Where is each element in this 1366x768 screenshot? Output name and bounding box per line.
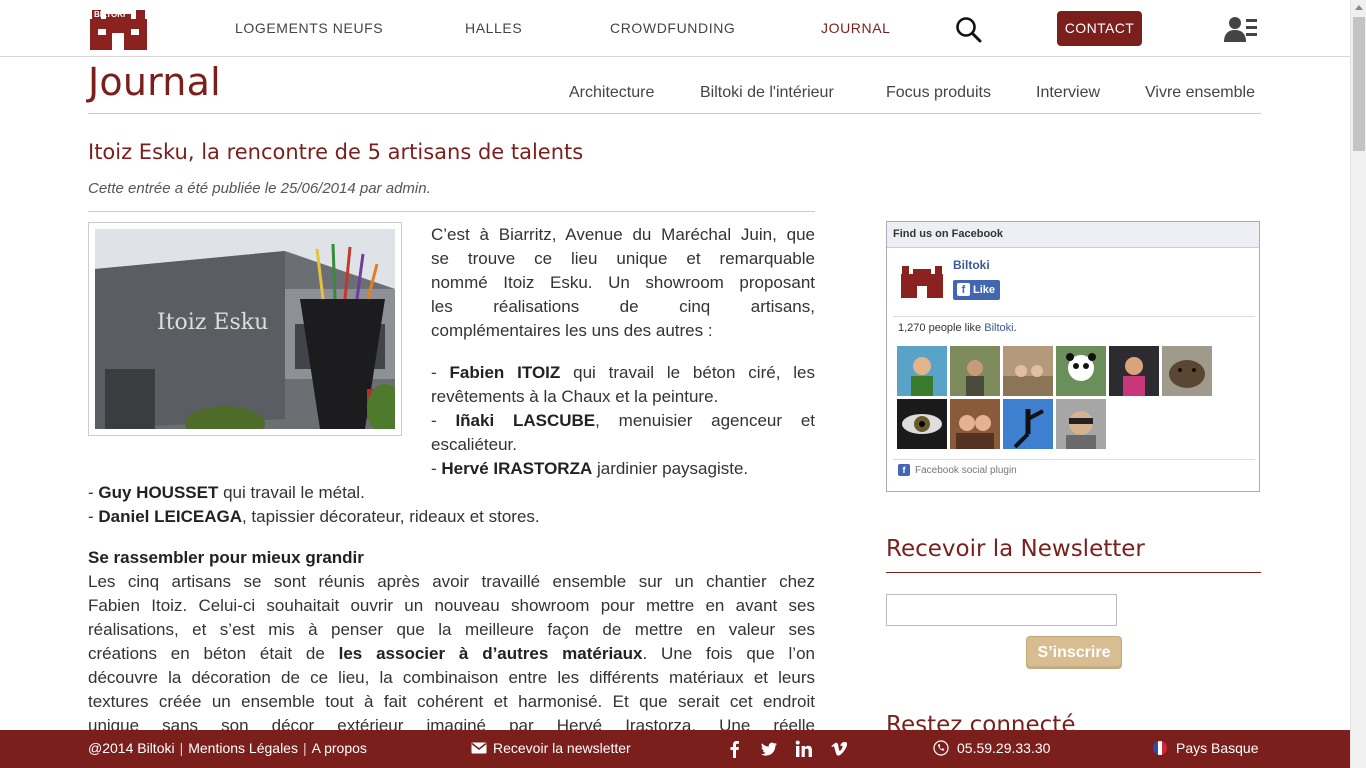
body-line: réalisations, et s’est mis à penser que … xyxy=(88,620,815,639)
intro-line: nommé Itoiz Esku. Un showroom proposant xyxy=(431,273,815,292)
fan-avatar[interactable] xyxy=(1056,346,1106,396)
search-icon[interactable] xyxy=(955,16,983,44)
footer-mentions-legales[interactable]: Mentions Légales xyxy=(188,740,298,756)
facebook-divider xyxy=(893,316,1255,317)
facebook-f-icon: f xyxy=(957,283,970,296)
footer-phone[interactable]: 05.59.29.33.30 xyxy=(933,740,1050,756)
fan-avatar[interactable] xyxy=(950,399,1000,449)
twitter-icon[interactable] xyxy=(760,740,778,758)
artisan-item: - Fabien ITOIZ qui travail le béton ciré… xyxy=(431,363,815,382)
footer-links: @2014 Biltoki | Mentions Légales | A propos xyxy=(88,740,367,756)
fan-avatar[interactable] xyxy=(1109,346,1159,396)
facebook-page-name[interactable]: Biltoki xyxy=(953,258,990,272)
france-flag-icon xyxy=(1153,741,1167,755)
facebook-widget-header: Find us on Facebook xyxy=(887,222,1259,248)
intro-line: se trouve ce lieu unique et remarquable xyxy=(431,249,815,268)
body-line: textures créée un ensemble tout à fait c… xyxy=(88,692,815,711)
artisan-item: - Daniel LEICEAGA, tapissier décorateur,… xyxy=(88,507,540,526)
nav-journal[interactable]: JOURNAL xyxy=(821,20,891,36)
body-line: créations en béton était de les associer… xyxy=(88,644,815,663)
phone-icon xyxy=(933,740,949,756)
body-line: Les cinq artisans se sont réunis après a… xyxy=(88,572,815,591)
fan-avatar[interactable] xyxy=(897,399,947,449)
artisan-list-right: - Fabien ITOIZ qui travail le béton ciré… xyxy=(431,361,815,481)
category-focus-produits[interactable]: Focus produits xyxy=(886,84,991,102)
fan-avatar[interactable] xyxy=(1056,399,1106,449)
footer-separator: | xyxy=(179,740,184,756)
newsletter-divider xyxy=(886,572,1261,573)
fan-avatar[interactable] xyxy=(1003,399,1053,449)
footer-separator: | xyxy=(302,740,307,756)
facebook-like-button[interactable]: f Like xyxy=(953,280,1000,300)
article-title[interactable]: Itoiz Esku, la rencontre de 5 artisans d… xyxy=(88,140,583,164)
linkedin-icon[interactable] xyxy=(795,740,813,758)
fan-avatar[interactable] xyxy=(950,346,1000,396)
section-heading: Se rassembler pour mieux grandir xyxy=(88,548,364,567)
intro-paragraph: C’est à Biarritz, Avenue du Maréchal Jui… xyxy=(431,223,815,343)
footer-a-propos[interactable]: A propos xyxy=(312,740,367,756)
fan-avatar[interactable] xyxy=(897,346,947,396)
article-body: Se rassembler pour mieux grandir Les cin… xyxy=(88,546,815,738)
scrollbar-thumb[interactable] xyxy=(1353,17,1365,151)
newsletter-subscribe-button[interactable]: S’inscrire xyxy=(1026,636,1122,669)
category-vivre-ensemble[interactable]: Vivre ensemble xyxy=(1145,84,1255,102)
facebook-divider xyxy=(893,459,1255,460)
footer-copyright: @2014 Biltoki xyxy=(88,740,175,756)
article-image: Itoiz Esku xyxy=(88,222,402,436)
envelope-icon xyxy=(471,742,487,754)
artisan-list-full: - Guy HOUSSET qui travail le métal. - Da… xyxy=(88,481,815,529)
newsletter-title: Recevoir la Newsletter xyxy=(886,536,1145,562)
intro-line: les réalisations de cinq artisans, xyxy=(431,297,815,316)
building-sign: Itoiz Esku xyxy=(157,310,268,335)
scroll-up-arrow-icon[interactable] xyxy=(1355,5,1363,10)
body-line: découvre la décoration de ce lieu, la co… xyxy=(88,668,815,687)
artisan-item-cont: escaliéteur. xyxy=(431,435,517,454)
artisan-item: - Iñaki LASCUBE, menuisier agenceur et xyxy=(431,411,815,430)
biltoki-logo[interactable]: BILTOKI xyxy=(90,7,147,50)
article-meta: Cette entrée a été publiée le 25/06/2014… xyxy=(88,180,431,197)
facebook-small-icon: f xyxy=(898,464,910,476)
facebook-page-link[interactable]: Biltoki xyxy=(984,322,1013,334)
article-divider xyxy=(88,211,815,212)
fan-avatar[interactable] xyxy=(1003,346,1053,396)
nav-logements-neufs[interactable]: LOGEMENTS NEUFS xyxy=(235,20,383,36)
artisan-item: - Hervé IRASTORZA jardinier paysagiste. xyxy=(431,459,749,478)
biltoki-page-avatar[interactable] xyxy=(899,260,945,300)
top-navigation: BILTOKI LOGEMENTS NEUFS HALLES CROWDFUND… xyxy=(0,0,1350,57)
facebook-plugin-label[interactable]: f Facebook social plugin xyxy=(898,464,1017,476)
fan-avatar[interactable] xyxy=(1162,346,1212,396)
vimeo-icon[interactable] xyxy=(830,740,848,758)
footer-bar: @2014 Biltoki | Mentions Légales | A propos … xyxy=(0,730,1350,768)
footer-newsletter-link[interactable]: Recevoir la newsletter xyxy=(471,740,631,756)
intro-line: complémentaires les uns des autres : xyxy=(431,321,713,340)
user-account-icon[interactable] xyxy=(1224,15,1258,43)
artisan-item-cont: revêtements à la Chaux et la peinture. xyxy=(431,387,719,406)
category-biltoki-interieur[interactable]: Biltoki de l'intérieur xyxy=(700,84,834,102)
page-scrollbar[interactable] xyxy=(1350,0,1366,768)
footer-region[interactable]: Pays Basque xyxy=(1152,740,1259,756)
nav-crowdfunding[interactable]: CROWDFUNDING xyxy=(610,20,735,36)
showroom-photo: Itoiz Esku xyxy=(95,229,395,429)
body-line: Fabien Itoiz. Celui-ci souhaitait ouvrir… xyxy=(88,596,815,615)
facebook-widget: Find us on Facebook Biltoki f Like 1,270 … xyxy=(886,221,1260,492)
facebook-like-count: 1,270 people like Biltoki. xyxy=(898,322,1017,334)
facebook-icon[interactable] xyxy=(726,740,744,758)
nav-halles[interactable]: HALLES xyxy=(465,20,522,36)
category-interview[interactable]: Interview xyxy=(1036,84,1100,102)
page-title: Journal xyxy=(88,60,221,104)
artisan-item: - Guy HOUSSET qui travail le métal. xyxy=(88,483,365,502)
header-divider xyxy=(88,113,1261,114)
newsletter-email-input[interactable] xyxy=(886,594,1117,626)
intro-line: C’est à Biarritz, Avenue du Maréchal Jui… xyxy=(431,225,815,244)
category-architecture[interactable]: Architecture xyxy=(569,84,654,102)
contact-button[interactable]: CONTACT xyxy=(1057,11,1142,46)
logo-text: BILTOKI xyxy=(94,10,125,19)
